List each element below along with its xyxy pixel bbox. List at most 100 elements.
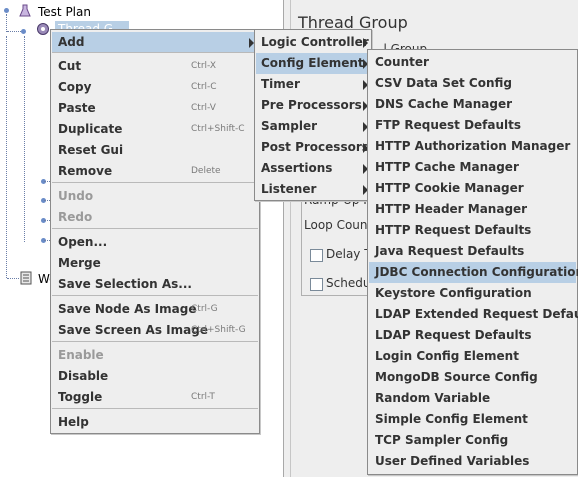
menu-item-label: Save Node As Image [58,302,197,316]
menu-item-shortcut: Ctrl-T [191,392,215,402]
menu-item-paste[interactable]: Paste Ctrl-V [52,98,258,119]
config-item-label: Random Variable [375,391,491,405]
menu-item-merge[interactable]: Merge [52,253,258,274]
menu-item-remove[interactable]: Remove Delete [52,161,258,182]
config-item-login-config-element[interactable]: Login Config Element [369,346,576,367]
config-item-label: HTTP Request Defaults [375,223,532,237]
config-item-keystore-configuration[interactable]: Keystore Configuration [369,283,576,304]
menu-item-label: Toggle [58,390,103,404]
menu-item-copy[interactable]: Copy Ctrl-C [52,77,258,98]
submenu-item-pre-processors[interactable]: Pre Processors [256,95,370,116]
menu-item-save-node-as-image[interactable]: Save Node As Image Ctrl-G [52,299,258,320]
config-item-ldap-request-defaults[interactable]: LDAP Request Defaults [369,325,576,346]
menu-item-label: Reset Gui [58,143,124,157]
config-item-label: HTTP Authorization Manager [375,139,571,153]
menu-item-save-screen-as-image[interactable]: Save Screen As Image Ctrl+Shift-G [52,320,258,341]
config-item-tcp-sampler-config[interactable]: TCP Sampler Config [369,430,576,451]
menu-item-help[interactable]: Help [52,412,258,433]
menu-separator [52,228,258,229]
config-item-label: CSV Data Set Config [375,76,512,90]
menu-item-redo: Redo [52,207,258,228]
config-item-simple-config-element[interactable]: Simple Config Element [369,409,576,430]
config-item-http-authorization-manager[interactable]: HTTP Authorization Manager [369,136,576,157]
menu-item-label: Merge [58,256,101,270]
config-item-ftp-request-defaults[interactable]: FTP Request Defaults [369,115,576,136]
menu-item-shortcut: Ctrl-C [191,82,217,92]
menu-item-cut[interactable]: Cut Ctrl-X [52,56,258,77]
context-menu: Add Cut Ctrl-X Copy Ctrl-C Paste Ctrl-V Duplica… [50,29,260,434]
thread-group-icon [36,22,50,36]
menu-item-open[interactable]: Open... [52,232,258,253]
config-item-mongodb-source-config[interactable]: MongoDB Source Config [369,367,576,388]
config-item-label: Java Request Defaults [375,244,525,258]
config-item-random-variable[interactable]: Random Variable [369,388,576,409]
submenu-item-label: Pre Processors [261,98,362,112]
config-item-dns-cache-manager[interactable]: DNS Cache Manager [369,94,576,115]
menu-item-add[interactable]: Add [52,32,258,53]
menu-separator [52,52,258,53]
submenu-item-logic-controller[interactable]: Logic Controller [256,32,370,53]
config-item-label: HTTP Cache Manager [375,160,519,174]
config-item-label: Simple Config Element [375,412,528,426]
menu-item-label: Copy [58,80,92,94]
submenu-item-label: Post Processors [261,140,369,154]
menu-item-label: Undo [58,189,94,203]
config-item-http-cookie-manager[interactable]: HTTP Cookie Manager [369,178,576,199]
config-item-ldap-extended-request-defaults[interactable]: LDAP Extended Request Defaults [369,304,578,325]
menu-item-label: Add [58,35,85,49]
menu-item-reset-gui[interactable]: Reset Gui [52,140,258,161]
submenu-item-post-processors[interactable]: Post Processors [256,137,370,158]
config-item-label: MongoDB Source Config [375,370,538,384]
menu-item-duplicate[interactable]: Duplicate Ctrl+Shift-C [52,119,258,140]
config-item-label: JDBC Connection Configuration [375,265,578,279]
menu-item-shortcut: Ctrl-X [191,61,216,71]
config-item-label: LDAP Extended Request Defaults [375,307,578,321]
submenu-arrow-icon [363,38,368,48]
config-item-http-cache-manager[interactable]: HTTP Cache Manager [369,157,576,178]
config-item-label: FTP Request Defaults [375,118,522,132]
menu-item-disable[interactable]: Disable [52,366,258,387]
menu-item-label: Help [58,415,89,429]
menu-item-shortcut: Ctrl+Shift-G [191,325,246,335]
tree-expand-handle-root[interactable] [4,8,9,13]
menu-item-shortcut: Ctrl-V [191,103,216,113]
test-plan-icon [18,4,32,18]
menu-item-label: Open... [58,235,108,249]
submenu-item-config-element[interactable]: Config Element [256,53,370,74]
menu-item-label: Duplicate [58,122,123,136]
tree-expand-handle-thread-group[interactable] [21,29,26,34]
config-item-label: User Defined Variables [375,454,530,468]
config-item-http-header-manager[interactable]: HTTP Header Manager [369,199,576,220]
menu-item-save-selection-as[interactable]: Save Selection As... [52,274,258,295]
submenu-item-label: Timer [261,77,300,91]
menu-item-label: Remove [58,164,113,178]
tree-node-test-plan-label: Test Plan [38,5,91,19]
config-item-label: HTTP Header Manager [375,202,528,216]
config-item-label: Keystore Configuration [375,286,532,300]
submenu-item-sampler[interactable]: Sampler [256,116,370,137]
menu-separator [52,182,258,183]
config-item-java-request-defaults[interactable]: Java Request Defaults [369,241,576,262]
menu-item-shortcut: Ctrl-G [191,304,218,314]
workbench-icon [19,271,33,285]
submenu-item-label: Sampler [261,119,318,133]
config-item-jdbc-connection-configuration[interactable]: JDBC Connection Configuration [369,262,578,283]
submenu-item-label: Listener [261,182,317,196]
menu-separator [52,295,258,296]
submenu-item-listener[interactable]: Listener [256,179,370,200]
config-item-label: Counter [375,55,429,69]
submenu-item-label: Assertions [261,161,333,175]
menu-item-shortcut: Ctrl+Shift-C [191,124,245,134]
submenu-item-assertions[interactable]: Assertions [256,158,370,179]
tree-node-test-plan[interactable]: Test Plan [38,3,91,21]
config-item-csv-data-set-config[interactable]: CSV Data Set Config [369,73,576,94]
config-item-user-defined-variables[interactable]: User Defined Variables [369,451,576,472]
submenu-item-timer[interactable]: Timer [256,74,370,95]
menu-item-toggle[interactable]: Toggle Ctrl-T [52,387,258,408]
config-item-label: HTTP Cookie Manager [375,181,524,195]
menu-item-label: Paste [58,101,96,115]
config-element-submenu: Counter CSV Data Set Config DNS Cache Mana… [367,49,578,475]
menu-item-enable: Enable [52,345,258,366]
config-item-http-request-defaults[interactable]: HTTP Request Defaults [369,220,576,241]
config-item-counter[interactable]: Counter [369,52,576,73]
